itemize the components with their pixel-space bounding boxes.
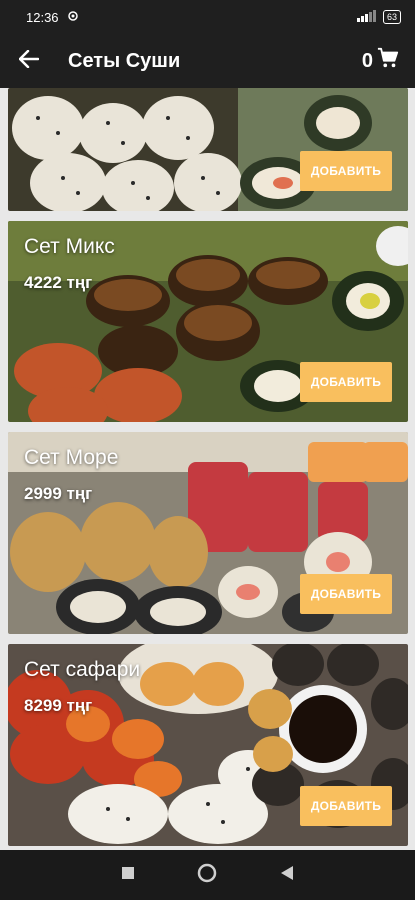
cart-icon: [377, 47, 399, 75]
add-button[interactable]: ДОБАВИТЬ: [300, 151, 392, 191]
recents-icon[interactable]: [121, 866, 135, 885]
product-price: 8299 тңг: [24, 696, 93, 715]
back-triangle-icon[interactable]: [280, 865, 294, 886]
add-button[interactable]: ДОБАВИТЬ: [300, 786, 392, 826]
home-icon[interactable]: [197, 863, 217, 888]
product-name: Сет Микс: [24, 235, 115, 258]
app-bar: Сеты Суши 0: [0, 34, 415, 88]
product-name: Сет Море: [24, 446, 119, 469]
back-button[interactable]: [0, 34, 58, 88]
cart-button[interactable]: 0: [362, 47, 399, 75]
product-card[interactable]: Сет сафари 8299 тңг ДОБАВИТЬ: [8, 644, 408, 846]
product-card[interactable]: Сет Микс 4222 тңг ДОБАВИТЬ: [8, 221, 408, 422]
cart-count: 0: [361, 49, 373, 72]
system-nav-bar: [0, 850, 415, 900]
product-card[interactable]: Сет Море 2999 тңг ДОБАВИТЬ: [8, 432, 408, 634]
battery-icon: 63: [382, 10, 401, 24]
product-name: Сет сафари: [24, 658, 141, 681]
product-list[interactable]: ДОБАВИТЬ Сет Микс 4222 тңг ДОБАВИТЬ Сет …: [0, 88, 415, 850]
status-time: 12:36: [26, 9, 59, 25]
product-card[interactable]: ДОБАВИТЬ: [8, 88, 408, 211]
product-price: 2999 тңг: [24, 484, 93, 503]
add-button[interactable]: ДОБАВИТЬ: [300, 362, 392, 402]
add-button[interactable]: ДОБАВИТЬ: [300, 574, 392, 614]
sushi-set-photo: [8, 88, 408, 211]
product-price: 4222 тңг: [24, 273, 93, 292]
page-title: Сеты Суши: [68, 49, 181, 72]
settings-gear-icon: [67, 10, 79, 25]
status-bar: 12:36 63: [0, 0, 415, 34]
signal-icon: [356, 9, 377, 25]
arrow-back-icon: [18, 49, 40, 73]
